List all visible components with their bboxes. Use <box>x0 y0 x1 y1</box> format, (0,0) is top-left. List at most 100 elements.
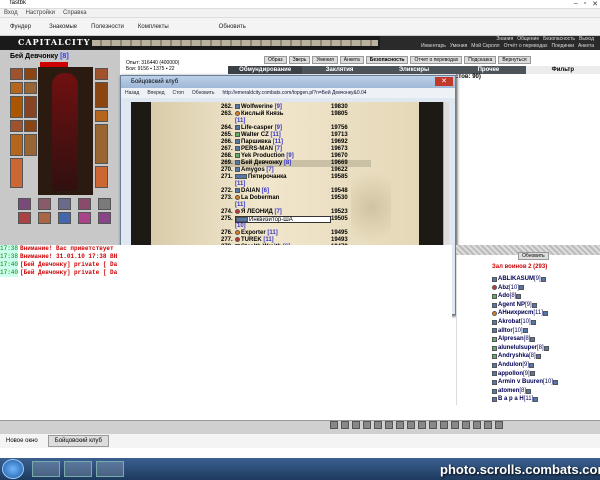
toolbar-useful[interactable]: Полезности <box>91 24 124 30</box>
nav-skills[interactable]: Умения <box>450 43 467 50</box>
nav-inventory[interactable]: Инвентарь <box>421 43 446 50</box>
ring-slot-1[interactable] <box>10 120 23 132</box>
rank-player[interactable]: Wolfwerine [9] <box>235 104 331 111</box>
ranking-row[interactable]: 267. PERS-MAN [7] 19673 <box>221 146 371 153</box>
toolbar-friends[interactable]: Знакомые <box>49 24 77 30</box>
scroll-slot-1[interactable] <box>18 212 31 224</box>
transfers-button[interactable]: Отчет о переводах <box>410 56 463 64</box>
nav-security[interactable]: Безопасность <box>543 36 575 43</box>
ranking-row[interactable]: 264. Life-casper [9] 19756 <box>221 125 371 132</box>
map-icon[interactable] <box>385 421 393 429</box>
minimize-icon[interactable]: – <box>574 0 578 8</box>
scroll-slot-5[interactable] <box>98 212 111 224</box>
player-row[interactable]: Ado [8] <box>492 292 592 301</box>
ring-slot-2[interactable] <box>24 120 37 132</box>
player-info-icon[interactable] <box>529 362 534 368</box>
player-row[interactable]: Armin v Buuren [10] <box>492 378 592 387</box>
ranking-row[interactable]: 262. Wolfwerine [9] 19830 <box>221 104 371 111</box>
player-row[interactable]: appollon [9] <box>492 370 592 379</box>
shield-slot[interactable] <box>95 68 108 80</box>
bracers-slot[interactable] <box>24 134 37 156</box>
ranking-row[interactable]: 271. Пятирочанка 19585 <box>221 174 371 181</box>
taskbar-folder-icon[interactable] <box>96 461 124 477</box>
toolbar-funder[interactable]: Фундер <box>10 24 31 30</box>
player-row[interactable]: Agent NP [9] <box>492 301 592 310</box>
rank-player[interactable]: Amygos [7] <box>235 167 331 174</box>
ranking-row[interactable]: 266. Паршивка [11] 19692 <box>221 139 371 146</box>
rank-player[interactable]: Exporter [11] <box>235 230 331 237</box>
ranking-row[interactable]: 270. Amygos [7] 19622 <box>221 167 371 174</box>
rank-player[interactable]: Бей Девчонку [8] <box>235 160 331 167</box>
player-row[interactable]: Alpresan [8] <box>492 335 592 344</box>
popup-close-icon[interactable]: ✕ <box>435 77 453 86</box>
player-info-icon[interactable] <box>553 379 559 385</box>
potion-slot-5[interactable] <box>98 198 111 210</box>
player-row[interactable]: ABLIKASUM [9] <box>492 275 592 284</box>
player-row[interactable]: Andryshka [8] <box>492 352 592 361</box>
close-icon[interactable]: ✕ <box>592 0 598 8</box>
room-refresh-button[interactable]: Обновить <box>518 252 549 260</box>
return-button[interactable]: Вернуться <box>498 56 531 64</box>
player-info-icon[interactable] <box>535 354 541 360</box>
scroll-slot-3[interactable] <box>58 212 71 224</box>
player-info-icon[interactable] <box>519 285 525 291</box>
rank-player[interactable]: DAIAN [6] <box>235 188 331 195</box>
group-icon[interactable] <box>396 421 404 429</box>
bank-icon[interactable] <box>440 421 448 429</box>
rank-player[interactable]: PERS-MAN [7] <box>235 146 331 153</box>
offhand-slot[interactable] <box>95 82 108 108</box>
player-info-icon[interactable] <box>516 293 522 299</box>
menu-settings[interactable]: Настройки <box>26 9 55 17</box>
hint-button[interactable]: Подсказка <box>464 56 497 64</box>
security-button[interactable]: Безопасность <box>365 56 409 64</box>
rank-player[interactable]: Кислый Князь <box>235 111 331 118</box>
rank-player[interactable]: Я ЛЕОНИД [7] <box>235 209 331 216</box>
tab-equipment[interactable]: Обмундирование <box>228 66 303 74</box>
ranking-row[interactable]: 274. Я ЛЕОНИД [7] 19523 <box>221 209 371 216</box>
ranking-row[interactable]: 273. La Doberman 19530 <box>221 195 371 202</box>
player-info-icon[interactable] <box>543 345 549 351</box>
nav-scroll[interactable]: Мой Скролл <box>471 43 499 50</box>
info-icon[interactable] <box>473 421 481 429</box>
player-info-icon[interactable] <box>540 276 546 282</box>
profile-button[interactable]: Анкета <box>339 56 364 64</box>
ranking-row[interactable]: 276. Exporter [11] 19495 <box>221 230 371 237</box>
clear-icon[interactable] <box>352 421 360 429</box>
amulet-slot[interactable] <box>95 110 108 122</box>
player-row[interactable]: alltor [10] <box>492 327 592 336</box>
potion-slot-1[interactable] <box>18 198 31 210</box>
smile-icon[interactable] <box>330 421 338 429</box>
exit-icon[interactable] <box>495 421 503 429</box>
clan-icon[interactable] <box>451 421 459 429</box>
filter-icon[interactable] <box>341 421 349 429</box>
belt-slot[interactable] <box>24 96 37 118</box>
scroll-slot-2[interactable] <box>38 212 51 224</box>
help-icon[interactable] <box>484 421 492 429</box>
rank-player[interactable]: Life-casper [9] <box>235 125 331 132</box>
player-info-icon[interactable] <box>526 388 532 394</box>
toolbar-refresh[interactable]: Обновить <box>219 24 246 30</box>
feet-slot[interactable] <box>95 166 108 188</box>
new-window-tab[interactable]: Новое окно <box>6 434 38 448</box>
shop-icon[interactable] <box>429 421 437 429</box>
gloves-slot[interactable] <box>10 134 23 156</box>
player-info-icon[interactable] <box>529 371 535 377</box>
start-icon[interactable] <box>2 459 24 479</box>
menu-login[interactable]: Вход <box>4 9 18 17</box>
helmet-slot[interactable] <box>10 68 23 80</box>
player-row[interactable]: alunelulsuper [8] <box>492 344 592 353</box>
nav-profile[interactable]: Анкета <box>578 43 594 50</box>
sound-icon[interactable] <box>363 421 371 429</box>
weapon-slot[interactable] <box>24 82 37 94</box>
tab-other[interactable]: Прочее <box>451 66 525 74</box>
taskbar-app-icon[interactable] <box>32 461 60 477</box>
nav-stop[interactable]: Стоп <box>173 88 184 98</box>
boots-slot[interactable] <box>10 158 23 188</box>
ranking-row[interactable]: 265. Walter CZ [11] 19713 <box>221 132 371 139</box>
player-info-icon[interactable] <box>530 336 536 342</box>
player-info-icon[interactable] <box>533 397 539 403</box>
tab-filter[interactable]: Фильтр <box>525 66 600 74</box>
armor-slot[interactable] <box>10 96 23 118</box>
maximize-icon[interactable]: ▫ <box>584 0 586 8</box>
scroll-slot-4[interactable] <box>78 212 91 224</box>
